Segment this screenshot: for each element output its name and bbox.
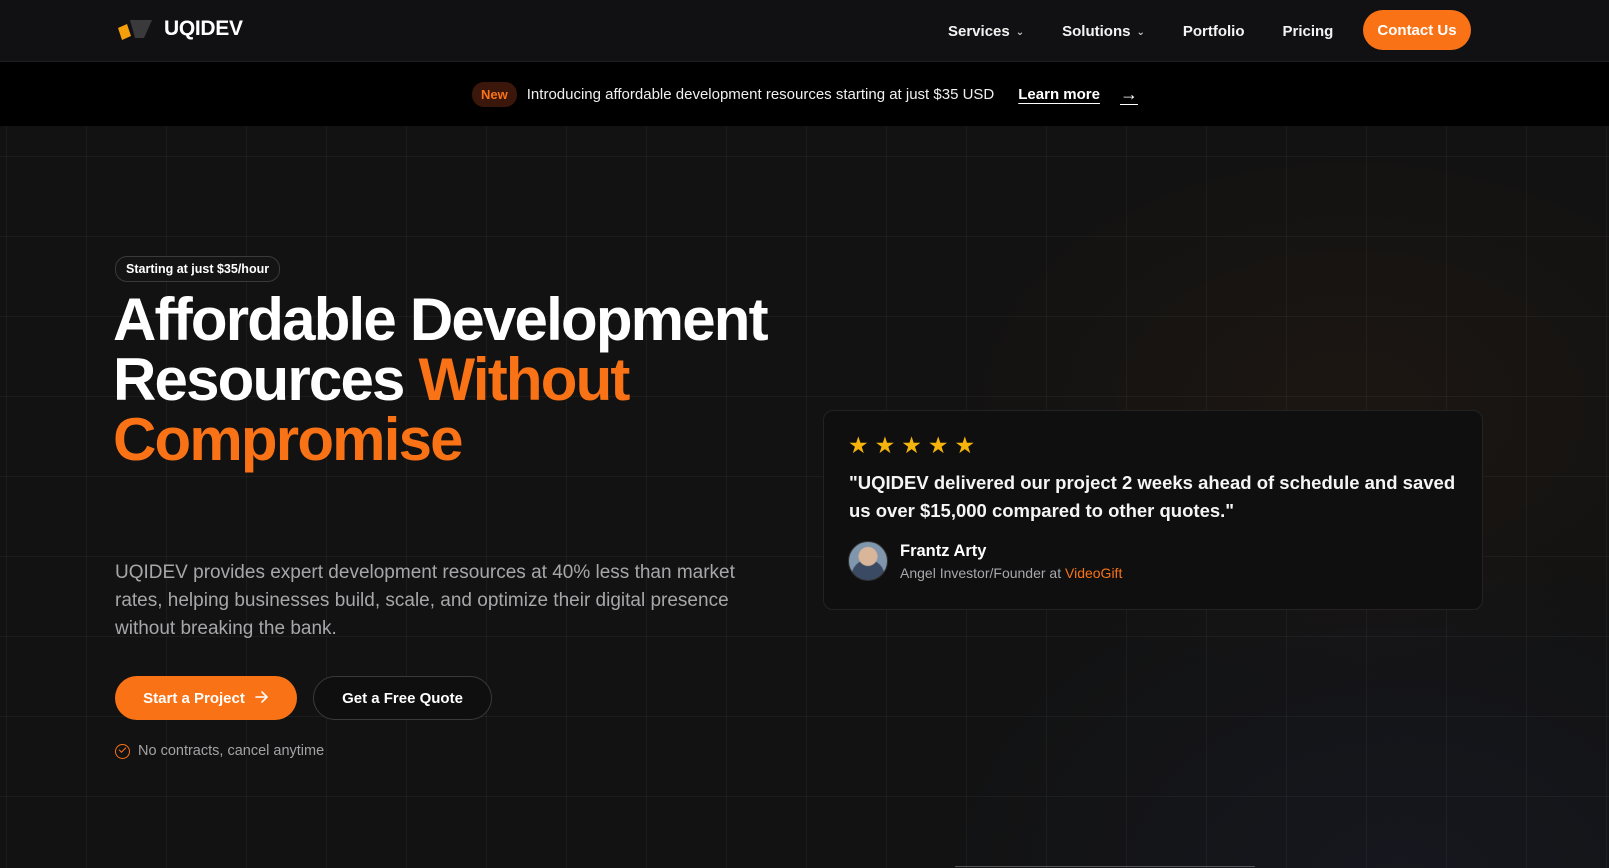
pricing-pill: Starting at just $35/hour xyxy=(115,256,281,282)
arrow-right-icon xyxy=(255,690,269,707)
star-icon: ★ xyxy=(927,432,949,458)
nav-item-services[interactable]: Services ⌄ xyxy=(948,23,1024,40)
nav-links: Services ⌄ Solutions ⌄ Portfolio Pricing xyxy=(948,0,1333,62)
assurance-note: No contracts, cancel anytime xyxy=(115,743,324,759)
nav-item-pricing[interactable]: Pricing xyxy=(1283,23,1334,40)
hero-headline: Affordable Development Resources Without… xyxy=(113,290,793,470)
divider xyxy=(955,866,1255,867)
announcement-bar: New Introducing affordable development r… xyxy=(0,62,1609,126)
page: UQIDEV Services ⌄ Solutions ⌄ Portfolio … xyxy=(0,0,1609,868)
star-icon: ★ xyxy=(954,432,976,458)
free-quote-button[interactable]: Get a Free Quote xyxy=(313,676,492,720)
check-circle-icon xyxy=(115,743,130,759)
star-icon: ★ xyxy=(848,432,869,458)
hero-subtitle: UQIDEV provides expert development resou… xyxy=(115,562,735,639)
nav-item-solutions[interactable]: Solutions ⌄ xyxy=(1062,23,1145,40)
hero-section: Starting at just $35/hour Affordable Dev… xyxy=(0,126,1609,868)
author-title: Angel Investor/Founder at xyxy=(900,565,1062,581)
star-rating: ★ ★ ★ ★ ★ xyxy=(848,433,975,457)
author-name: Frantz Arty xyxy=(900,542,987,560)
chevron-down-icon: ⌄ xyxy=(1136,26,1145,38)
nav-item-label: Pricing xyxy=(1282,22,1334,40)
author-company-link[interactable]: VideoGift xyxy=(1065,565,1122,581)
nav-item-label: Solutions xyxy=(1062,22,1131,40)
nav-item-portfolio[interactable]: Portfolio xyxy=(1183,23,1245,40)
testimonial-quote: "UQIDEV delivered our project 2 weeks ah… xyxy=(849,472,1456,521)
arrow-right-icon[interactable]: → xyxy=(1120,84,1138,105)
start-project-label: Start a Project xyxy=(143,689,245,707)
author-role: Angel Investor/Founder at VideoGift xyxy=(900,565,1122,581)
uqidev-logo-icon xyxy=(116,16,156,42)
logo-text: UQIDEV xyxy=(164,17,243,40)
logo[interactable]: UQIDEV xyxy=(116,16,243,42)
nav-item-label: Portfolio xyxy=(1182,22,1245,40)
testimonial-card: ★ ★ ★ ★ ★ "UQIDEV delivered our project … xyxy=(823,410,1483,610)
nav-item-label: Services xyxy=(948,22,1010,40)
assurance-text: No contracts, cancel anytime xyxy=(138,743,325,759)
start-project-button[interactable]: Start a Project xyxy=(115,676,297,720)
announcement-content: New Introducing affordable development r… xyxy=(472,81,1138,107)
star-icon: ★ xyxy=(874,432,896,458)
contact-us-button[interactable]: Contact Us xyxy=(1363,10,1471,50)
avatar xyxy=(848,541,888,581)
chevron-down-icon: ⌄ xyxy=(1015,26,1025,38)
star-icon: ★ xyxy=(901,432,922,458)
announcement-text: Introducing affordable development resou… xyxy=(526,85,995,103)
new-badge: New xyxy=(472,81,517,107)
top-navigation: UQIDEV Services ⌄ Solutions ⌄ Portfolio … xyxy=(0,0,1609,62)
learn-more-link[interactable]: Learn more xyxy=(1018,86,1100,103)
